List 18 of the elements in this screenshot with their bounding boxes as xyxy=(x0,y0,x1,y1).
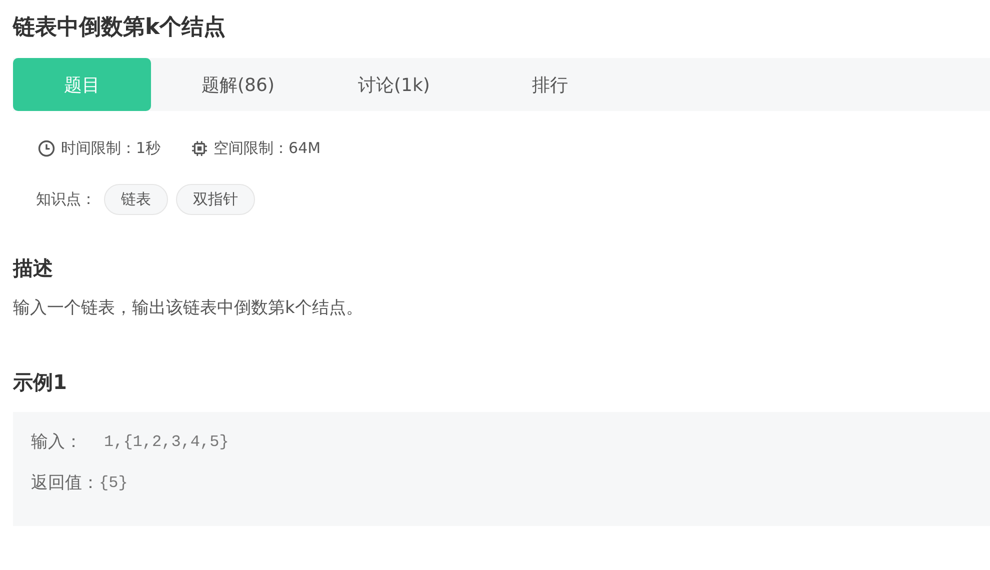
example-label: 返回值： xyxy=(31,472,99,494)
tag[interactable]: 链表 xyxy=(104,184,168,215)
problem-title: 链表中倒数第k个结点 xyxy=(13,14,227,42)
limit-text: 空间限制：64M xyxy=(214,139,321,158)
tab[interactable]: 题解(86) xyxy=(169,58,307,111)
tab[interactable]: 讨论(1k) xyxy=(325,58,463,111)
description-text: 输入一个链表，输出该链表中倒数第k个结点。 xyxy=(13,297,364,319)
clock-icon xyxy=(38,140,55,157)
limit-text: 时间限制：1秒 xyxy=(61,139,161,158)
example-value: 1,{1,2,3,4,5} xyxy=(104,432,229,450)
section-heading: 描述 xyxy=(13,255,54,282)
chip-icon xyxy=(190,140,208,157)
tag[interactable]: 双指针 xyxy=(176,184,255,215)
section-heading: 示例1 xyxy=(13,369,68,396)
tab[interactable]: 排行 xyxy=(481,58,619,111)
example-label: 输入： xyxy=(31,431,82,453)
example-value: {5} xyxy=(99,474,128,492)
knowledge-label: 知识点： xyxy=(36,190,96,209)
